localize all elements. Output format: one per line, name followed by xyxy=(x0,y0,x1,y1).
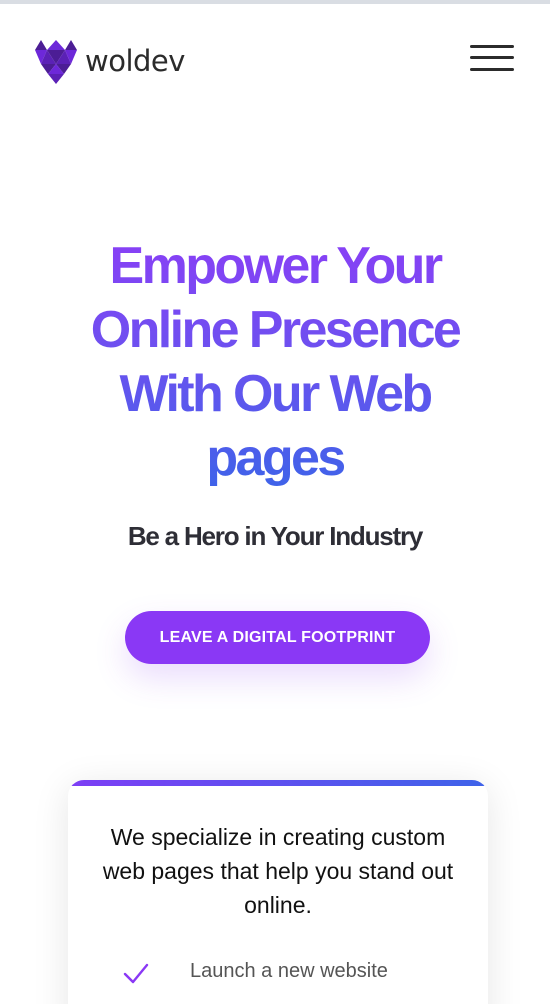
feature-item: Launch a new website xyxy=(118,956,458,992)
menu-line-middle xyxy=(470,56,514,59)
card-accent-bar xyxy=(68,780,488,786)
info-card: We specialize in creating custom web pag… xyxy=(68,780,488,1004)
logo-link[interactable]: woldev xyxy=(33,38,185,84)
hero-title: Empower Your Online Presence With Our We… xyxy=(60,234,490,490)
card-text: We specialize in creating custom web pag… xyxy=(102,824,454,918)
feature-label: Launch a new website xyxy=(190,960,388,982)
logo-text: woldev xyxy=(85,44,185,78)
menu-line-bottom xyxy=(470,68,514,71)
woldev-logo-icon xyxy=(35,40,77,84)
menu-line-top xyxy=(470,45,514,48)
hamburger-menu-icon[interactable] xyxy=(470,44,514,74)
cta-button[interactable]: LEAVE A DIGITAL FOOTPRINT xyxy=(125,611,430,664)
hero-subtitle: Be a Hero in Your Industry xyxy=(127,521,424,551)
check-icon xyxy=(123,963,149,984)
site-header: woldev xyxy=(0,4,550,114)
